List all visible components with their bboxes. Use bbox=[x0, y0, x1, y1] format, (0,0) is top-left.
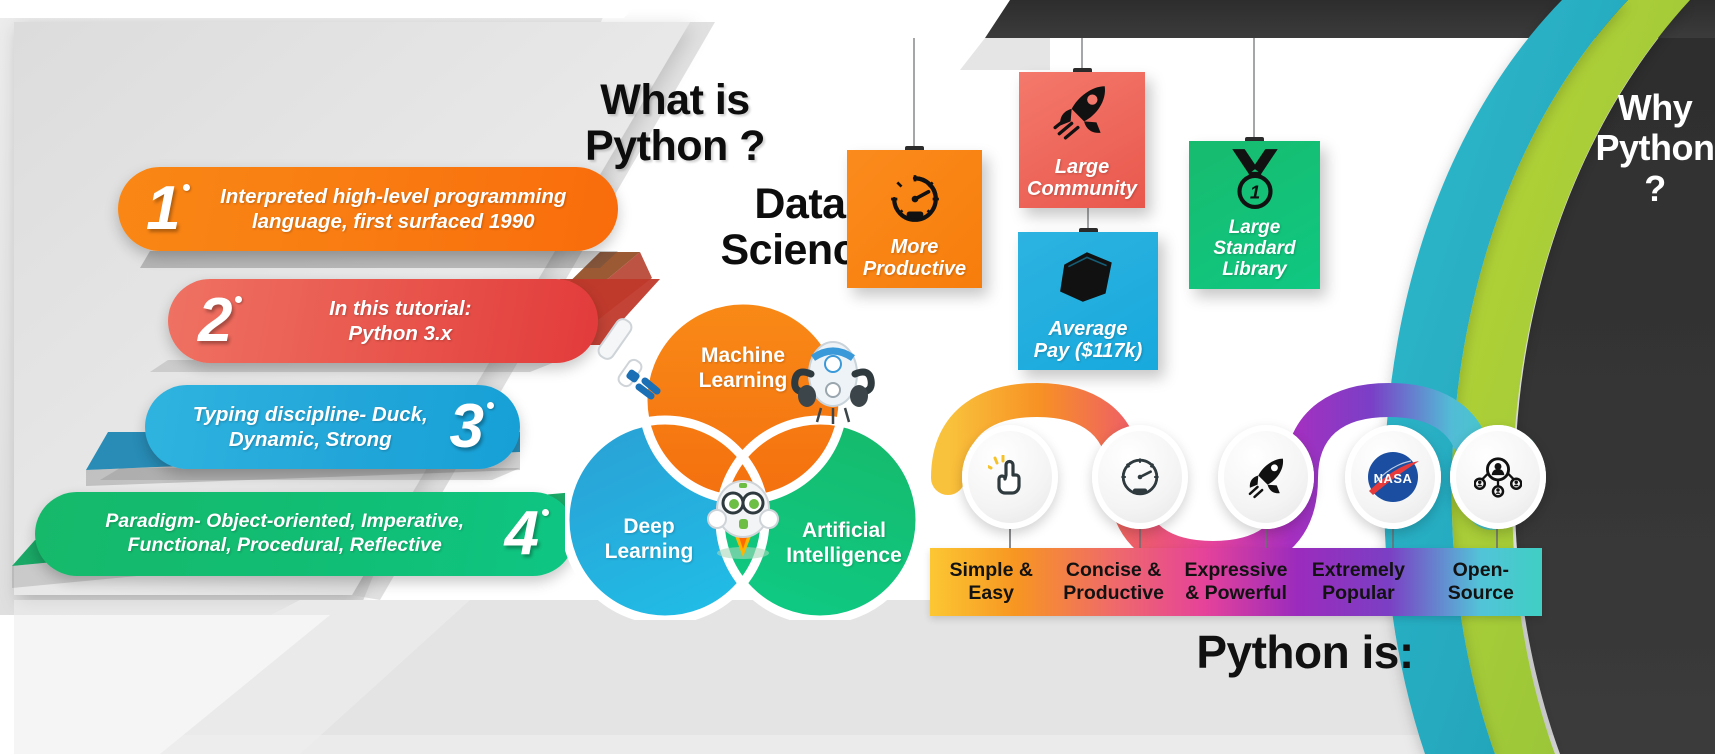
speedometer-icon bbox=[847, 172, 982, 224]
svg-text:NASA: NASA bbox=[1374, 471, 1413, 486]
ribbon-2-number: 2 bbox=[198, 290, 243, 352]
wave-node-concise-productive bbox=[1092, 425, 1188, 529]
card-more-productive-line1: More bbox=[890, 236, 939, 258]
infographic-canvas: What is Python ? Data Science Why Python… bbox=[0, 0, 1715, 754]
ribbon-4-text: Paradigm- Object-oriented, Imperative, F… bbox=[65, 510, 505, 558]
card-average-pay: Average Pay ($117k) bbox=[1018, 232, 1158, 370]
what-is-python-line1: What is bbox=[600, 76, 750, 124]
ribbon-1-line2: language, first surfaced 1990 bbox=[251, 210, 535, 233]
ribbon-1-line1: Interpreted high-level programming bbox=[220, 185, 567, 208]
fact-ribbon-1: 1 Interpreted high-level programming lan… bbox=[118, 167, 618, 251]
card-large-community-line1: Large bbox=[1054, 156, 1110, 178]
venn-circle-machine-learning: Machine Learning bbox=[643, 300, 843, 500]
benefit-label-open-source: Open- Source bbox=[1420, 548, 1542, 616]
ribbon-3-number: 3 bbox=[450, 396, 494, 458]
ribbon-4-line2: Functional, Procedural, Reflective bbox=[127, 534, 442, 556]
click-hand-icon bbox=[962, 425, 1058, 529]
ribbon-2-text: In this tutorial: Python 3.x bbox=[242, 296, 558, 346]
card-average-pay-label: Average Pay ($117k) bbox=[1034, 318, 1143, 362]
speedometer-icon bbox=[1092, 425, 1188, 529]
fact-ribbon-3: Typing discipline- Duck, Dynamic, Strong… bbox=[145, 385, 520, 469]
benefit-label-concise-productive: Concise & Productive bbox=[1052, 548, 1174, 616]
svg-text:1: 1 bbox=[1249, 182, 1259, 203]
card-large-standard-library-line1: Large bbox=[1228, 217, 1281, 239]
network-users-icon bbox=[1450, 425, 1546, 529]
why-python-line3: ? bbox=[1644, 167, 1666, 209]
benefit-label-extremely-popular: Extremely Popular bbox=[1297, 548, 1419, 616]
ribbon-4-line1: Paradigm- Object-oriented, Imperative, bbox=[105, 510, 465, 533]
card-more-productive-line2: Productive bbox=[862, 258, 967, 280]
nasa-logo-icon: NASA bbox=[1345, 425, 1441, 529]
card-large-community: Large Community bbox=[1019, 72, 1145, 208]
python-benefits-label-bar: Simple & Easy Concise & Productive Expre… bbox=[930, 548, 1542, 616]
benefit-label-expressive-powerful-line2: & Powerful bbox=[1185, 582, 1287, 604]
ribbon-1-dot bbox=[183, 184, 191, 191]
why-python-line1: Why bbox=[1617, 87, 1693, 128]
benefit-label-simple-easy-line1: Simple & bbox=[949, 559, 1033, 582]
ribbon-3-line2: Dynamic, Strong bbox=[228, 428, 392, 451]
venn-label-deep-learning: Deep Learning bbox=[604, 515, 694, 563]
wave-node-extremely-popular: NASA bbox=[1345, 425, 1441, 529]
ribbon-4-number: 4 bbox=[505, 503, 549, 565]
venn-label-artificial-intelligence: Artificial Intelligence bbox=[786, 519, 902, 567]
benefit-label-open-source-line1: Open- bbox=[1452, 559, 1509, 582]
benefit-label-open-source-line2: Source bbox=[1447, 582, 1514, 604]
wave-node-simple-easy bbox=[962, 425, 1058, 529]
card-more-productive-label: More Productive bbox=[863, 236, 966, 280]
benefit-label-extremely-popular-line2: Popular bbox=[1322, 582, 1395, 604]
ribbon-2-line1: In this tutorial: bbox=[329, 297, 472, 320]
card-large-standard-library-label: Large Standard Library bbox=[1213, 217, 1296, 281]
venn-label-machine-learning: Machine Learning bbox=[698, 344, 788, 392]
card-average-pay-line1: Average bbox=[1048, 318, 1128, 340]
rocket-icon bbox=[1218, 425, 1314, 529]
section-title-python-is: Python is: bbox=[1196, 626, 1414, 678]
benefit-label-concise-productive-line1: Concise & bbox=[1065, 559, 1162, 582]
benefit-label-expressive-powerful-line1: Expressive bbox=[1184, 559, 1288, 582]
ribbon-1-number: 1 bbox=[146, 178, 191, 240]
card-average-pay-line2: Pay ($117k) bbox=[1033, 340, 1143, 362]
ribbon-3-line1: Typing discipline- Duck, bbox=[192, 403, 428, 426]
ribbon-4-dot bbox=[542, 509, 549, 516]
ribbon-3-text: Typing discipline- Duck, Dynamic, Strong bbox=[171, 402, 450, 452]
venn-diagram-data-science: Deep Learning Artificial Intelligence Mach… bbox=[565, 300, 920, 620]
benefit-label-simple-easy-line2: Easy bbox=[968, 582, 1014, 604]
card-large-standard-library-line2: Standard bbox=[1213, 238, 1296, 260]
ribbon-3-dot bbox=[487, 402, 494, 409]
card-large-community-label: Large Community bbox=[1027, 156, 1137, 200]
ribbon-1-text: Interpreted high-level programming langu… bbox=[190, 184, 596, 234]
rocket-icon bbox=[1019, 80, 1145, 142]
benefit-label-extremely-popular-line1: Extremely bbox=[1311, 559, 1406, 582]
benefit-label-expressive-powerful: Expressive & Powerful bbox=[1175, 548, 1297, 616]
card-large-standard-library-line3: Library bbox=[1222, 259, 1287, 281]
ribbon-2-dot bbox=[235, 296, 243, 303]
benefit-label-simple-easy: Simple & Easy bbox=[930, 548, 1052, 616]
wave-node-open-source bbox=[1450, 425, 1546, 529]
what-is-python-line2: Python ? bbox=[585, 121, 765, 170]
card-more-productive: More Productive bbox=[847, 150, 982, 288]
card-large-community-line2: Community bbox=[1027, 178, 1137, 200]
ribbon-2-line2: Python 3.x bbox=[348, 322, 453, 345]
section-title-why-python: Why Python ? bbox=[1530, 87, 1715, 209]
card-large-standard-library: 1 Large Standard Library bbox=[1189, 141, 1320, 289]
wave-node-expressive-powerful bbox=[1218, 425, 1314, 529]
page-title-what-is-python: What is Python ? bbox=[560, 76, 790, 170]
fact-ribbon-2: 2 In this tutorial: Python 3.x bbox=[168, 279, 598, 363]
money-bill-icon bbox=[1018, 248, 1158, 306]
why-python-line2: Python bbox=[1595, 127, 1715, 169]
benefit-label-concise-productive-line2: Productive bbox=[1063, 582, 1164, 604]
medal-icon: 1 bbox=[1189, 147, 1320, 209]
fact-ribbon-4: Paradigm- Object-oriented, Imperative, F… bbox=[35, 492, 575, 576]
